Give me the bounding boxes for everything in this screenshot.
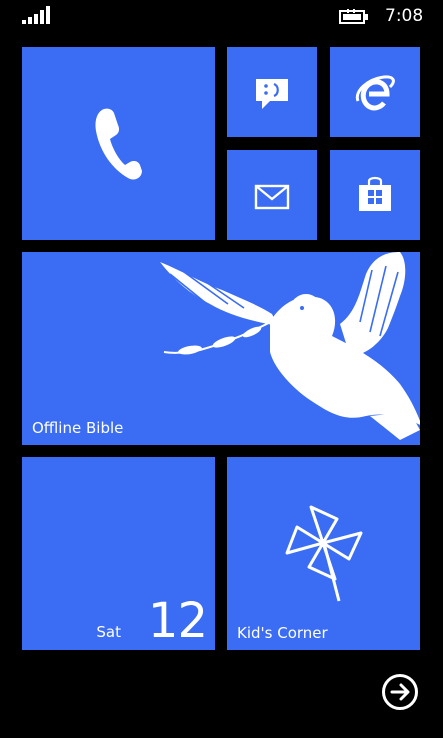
arrow-right-circle-icon[interactable] [381, 673, 419, 711]
clock-time: 7:08 [385, 6, 424, 26]
calendar-date: 12 [147, 593, 208, 649]
phone-icon [95, 108, 142, 180]
offline-bible-label: Offline Bible [32, 419, 124, 437]
store-tile[interactable] [330, 150, 420, 240]
messaging-icon [256, 79, 288, 109]
kids-corner-tile[interactable]: Kid's Corner [227, 457, 420, 650]
mail-icon [254, 184, 290, 210]
calendar-day: Sat [96, 623, 121, 641]
dove-icon [160, 252, 420, 440]
pinwheel-icon [285, 505, 363, 602]
offline-bible-tile[interactable]: Offline Bible [22, 252, 420, 445]
internet-explorer-icon [355, 75, 395, 111]
store-icon [359, 176, 391, 211]
battery-charging-icon [339, 9, 368, 24]
status-bar: 7:08 [0, 0, 443, 34]
signal-strength-icon [22, 6, 50, 24]
kids-corner-label: Kid's Corner [237, 624, 328, 642]
messaging-tile[interactable] [227, 47, 317, 137]
calendar-tile[interactable]: Sat 12 [22, 457, 215, 650]
mail-tile[interactable] [227, 150, 317, 240]
internet-explorer-tile[interactable] [330, 47, 420, 137]
phone-tile[interactable] [22, 47, 215, 240]
